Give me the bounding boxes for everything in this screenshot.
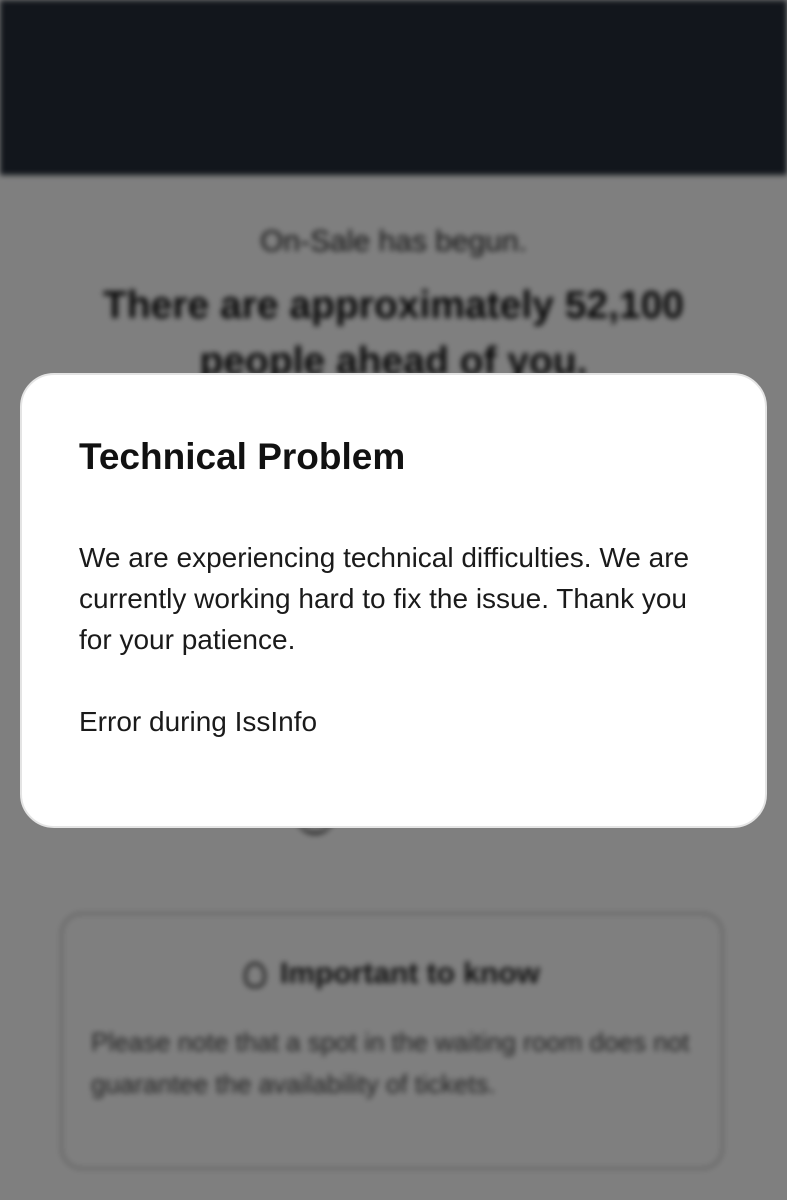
- technical-problem-dialog: Technical Problem We are experiencing te…: [20, 373, 767, 828]
- screen: On-Sale has begun. There are approximate…: [0, 0, 787, 1200]
- dialog-error-text: Error during IssInfo: [79, 706, 318, 737]
- dialog-message: We are experiencing technical difficulti…: [79, 542, 690, 655]
- dialog-title: Technical Problem: [79, 436, 406, 477]
